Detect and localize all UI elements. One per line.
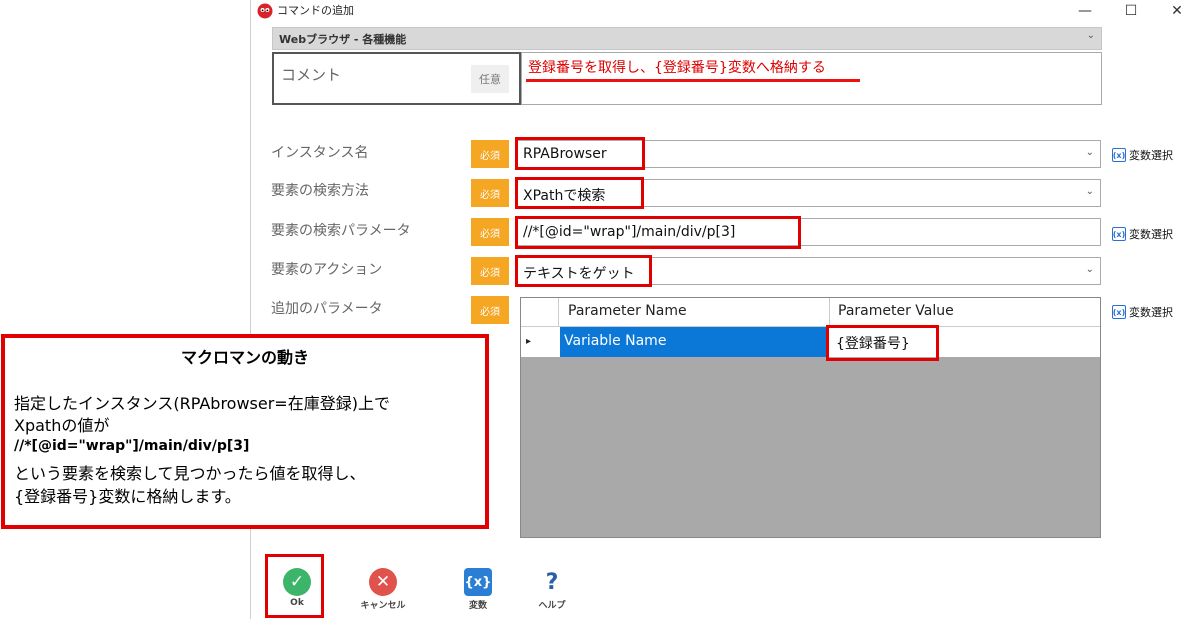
variable-label: 変数 xyxy=(468,601,487,611)
variable-select-link[interactable]: (x) 変数選択 xyxy=(1112,147,1173,163)
instance-name-highlight xyxy=(515,137,645,170)
cancel-label: キャンセル xyxy=(360,601,406,611)
comment-text: 登録番号を取得し、{登録番号}変数へ格納する xyxy=(528,60,826,76)
category-label: Webブラウザ - 各種機能 xyxy=(279,33,407,46)
element-action-label: 要素のアクション xyxy=(271,262,383,278)
variable-icon: (x) xyxy=(1112,305,1126,319)
parameter-value-highlight xyxy=(826,325,939,361)
annotation-line: {登録番号}変数に格納します。 xyxy=(14,487,241,506)
close-icon: ✕ xyxy=(369,568,397,596)
app-logo-icon xyxy=(257,3,273,19)
required-badge: 必須 xyxy=(471,296,509,324)
ok-button-highlight xyxy=(265,554,324,618)
cancel-button[interactable]: ✕ キャンセル xyxy=(352,568,414,611)
variable-icon: {x} xyxy=(464,568,492,596)
chevron-down-icon: ⌄ xyxy=(1085,186,1094,197)
variable-select-link[interactable]: (x) 変数選択 xyxy=(1112,226,1173,242)
search-parameter-label: 要素の検索パラメータ xyxy=(271,223,411,239)
column-header-parameter-value[interactable]: Parameter Value xyxy=(838,303,954,319)
column-header-parameter-name[interactable]: Parameter Name xyxy=(568,303,687,319)
element-action-highlight xyxy=(515,255,652,287)
required-badge: 必須 xyxy=(471,140,509,168)
instance-name-label: インスタンス名 xyxy=(271,145,369,161)
annotation-line: Xpathの値が xyxy=(14,416,110,435)
variable-select-label: 変数選択 xyxy=(1129,149,1173,162)
close-button[interactable]: ✕ xyxy=(1154,0,1200,22)
search-method-highlight xyxy=(515,177,644,209)
comment-label: コメント xyxy=(281,66,342,84)
required-badge: 必須 xyxy=(471,218,509,246)
help-label: ヘルプ xyxy=(538,601,566,611)
maximize-button[interactable]: ☐ xyxy=(1108,0,1154,22)
chevron-down-icon: ⌄ xyxy=(1085,264,1094,275)
cell-variable-name[interactable]: Variable Name xyxy=(560,327,829,357)
category-dropdown[interactable]: Webブラウザ - 各種機能 ⌄ xyxy=(272,27,1102,50)
annotation-title: マクロマンの動き xyxy=(180,348,309,367)
variable-button[interactable]: {x} 変数 xyxy=(456,568,500,611)
variable-icon: (x) xyxy=(1112,227,1126,241)
row-selector-arrow-icon: ▸ xyxy=(526,336,532,347)
annotation-line: という要素を検索して見つかったら値を取得し、 xyxy=(14,464,366,483)
help-button[interactable]: ? ヘルプ xyxy=(530,568,574,612)
column-divider xyxy=(829,298,830,327)
help-icon: ? xyxy=(545,569,559,595)
search-parameter-highlight xyxy=(515,216,801,249)
variable-icon: (x) xyxy=(1112,148,1126,162)
minimize-button[interactable]: — xyxy=(1062,0,1108,22)
chevron-down-icon: ⌄ xyxy=(1086,30,1095,41)
annotation-xpath: //*[@id="wrap"]/main/div/p[3] xyxy=(14,438,250,454)
required-badge: 必須 xyxy=(471,179,509,207)
chevron-down-icon: ⌄ xyxy=(1085,147,1094,158)
comment-underline-highlight xyxy=(526,79,860,82)
variable-select-label: 変数選択 xyxy=(1129,228,1173,241)
additional-parameters-label: 追加のパラメータ xyxy=(271,301,383,317)
required-badge: 必須 xyxy=(471,257,509,285)
window-title: コマンドの追加 xyxy=(277,4,354,17)
variable-select-link[interactable]: (x) 変数選択 xyxy=(1112,304,1173,320)
variable-select-label: 変数選択 xyxy=(1129,306,1173,319)
row-header-cell xyxy=(521,298,559,327)
annotation-line: 指定したインスタンス(RPAbrowser=在庫登録)上で xyxy=(14,394,390,413)
search-method-label: 要素の検索方法 xyxy=(271,183,369,199)
optional-badge: 任意 xyxy=(471,65,509,93)
